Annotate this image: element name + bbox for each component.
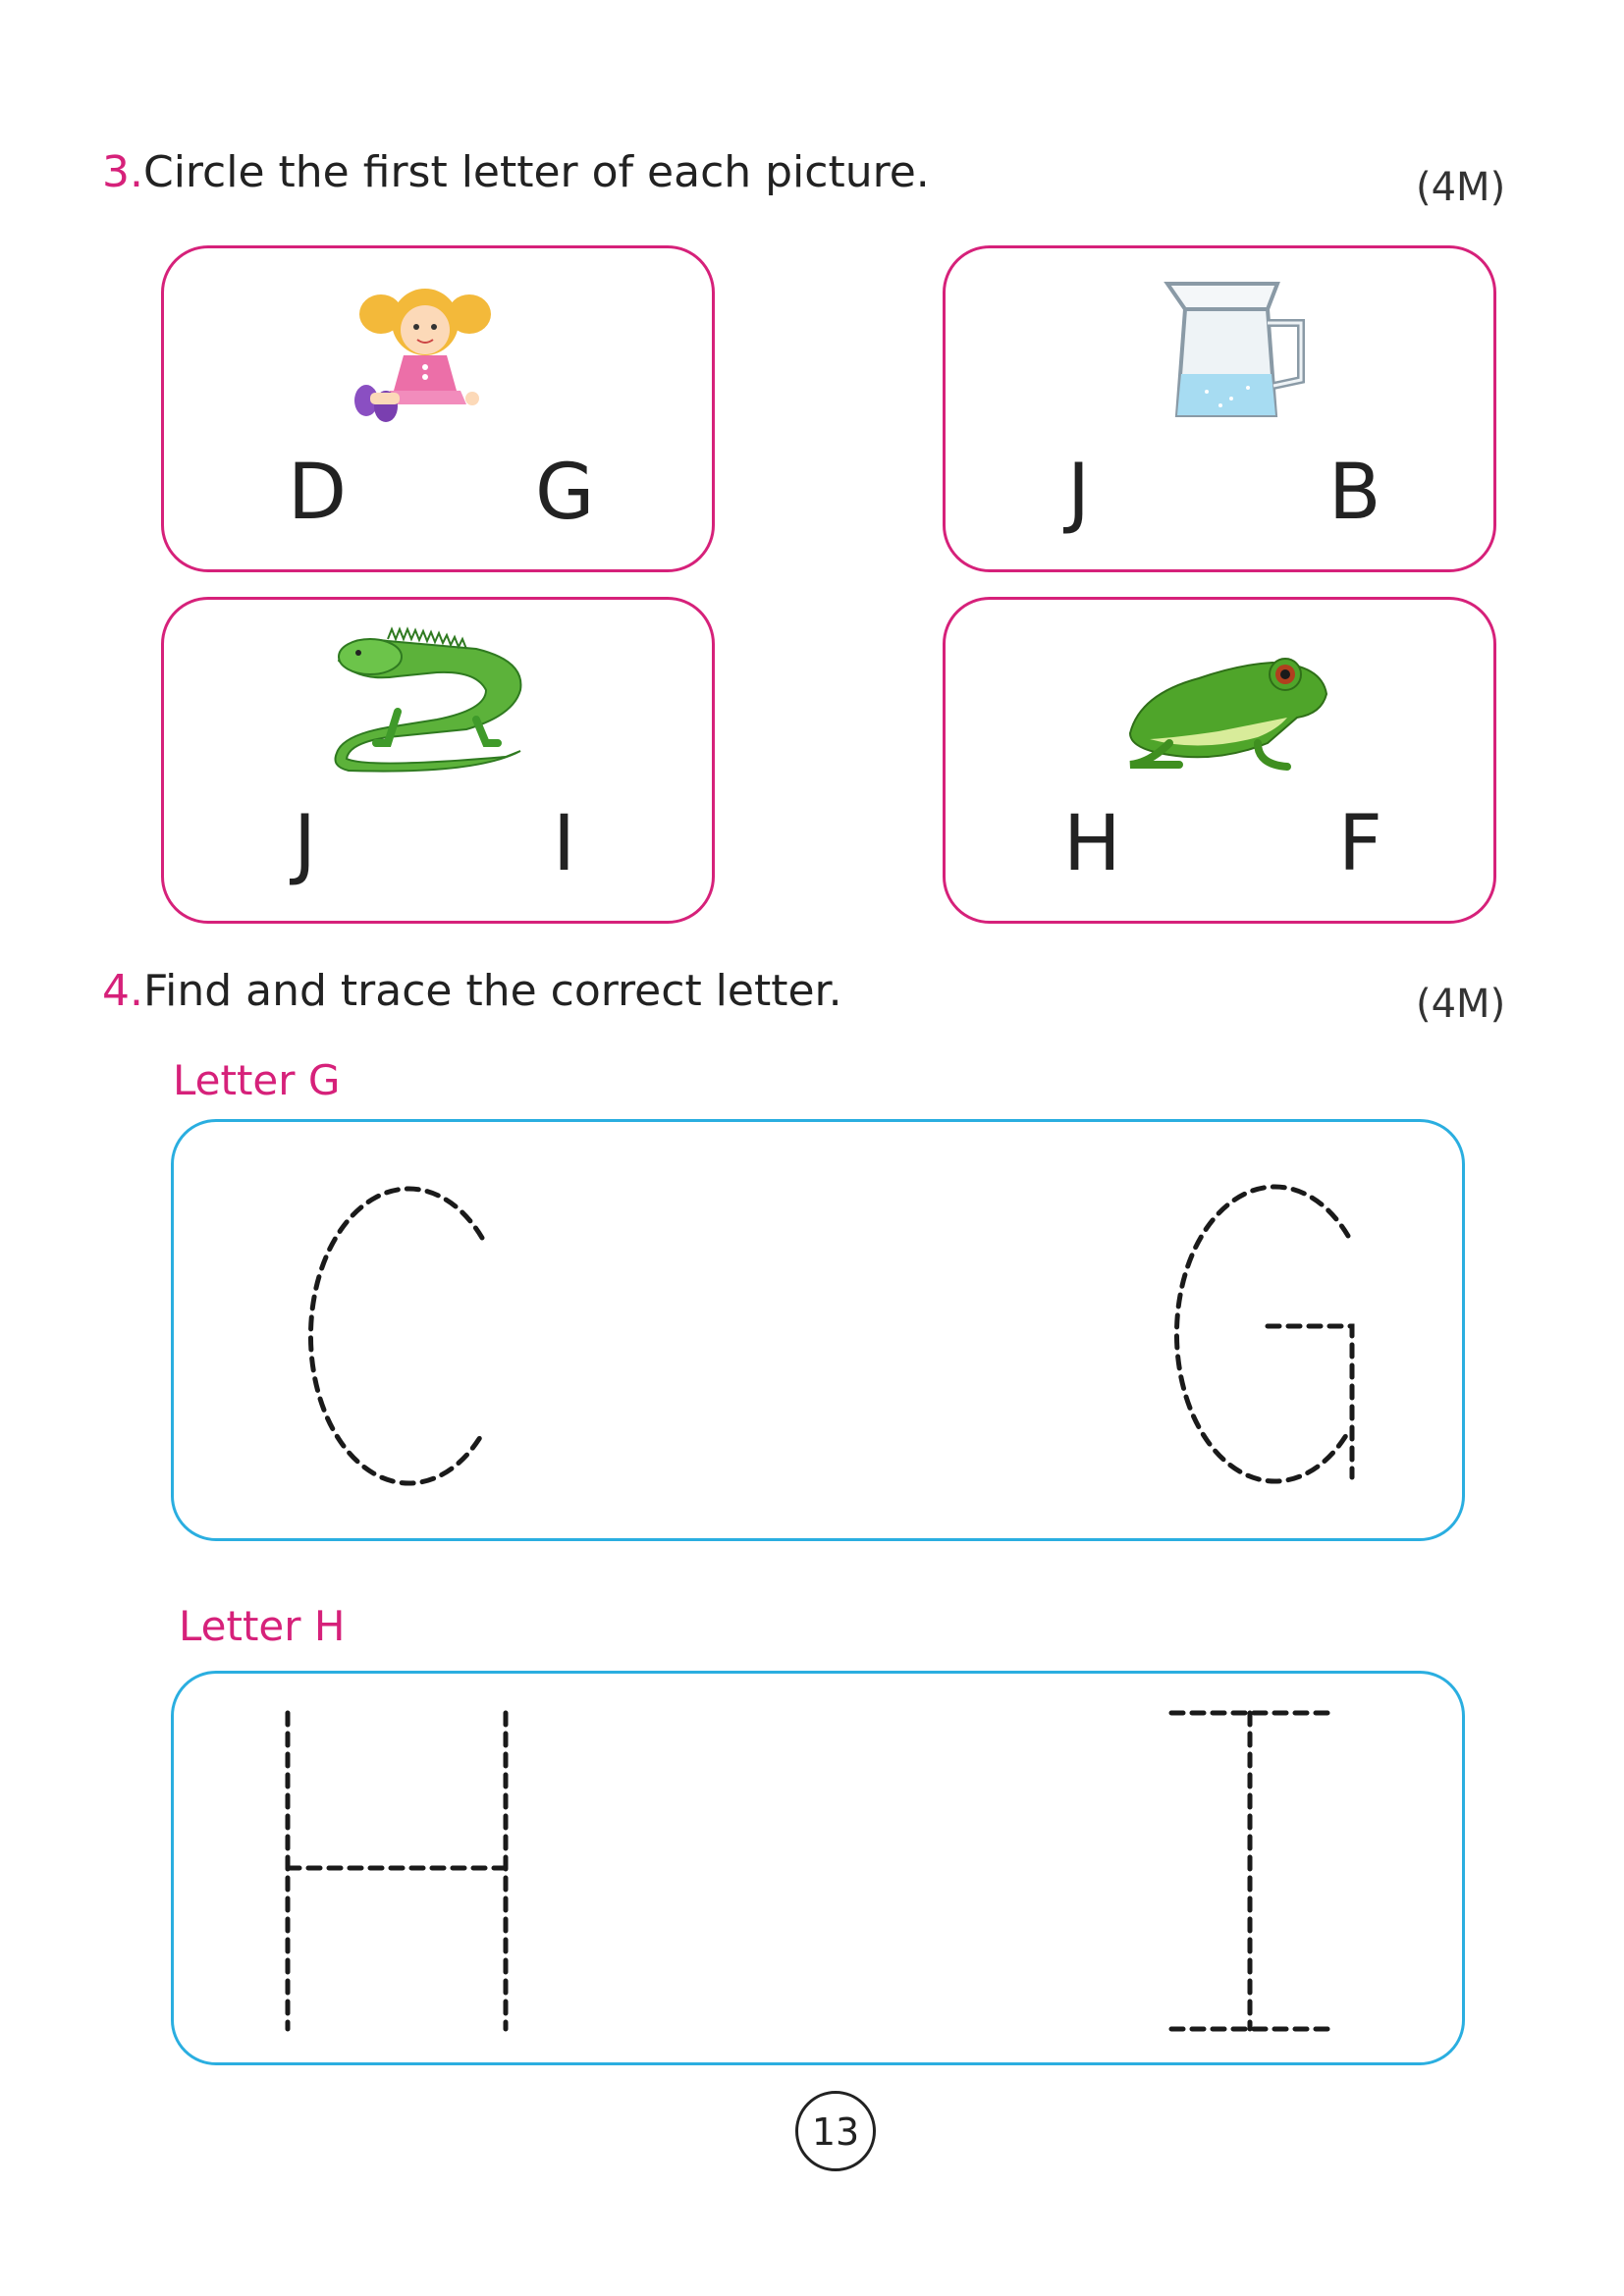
frog-picture [1128, 658, 1328, 771]
trace-letters-g [308, 1184, 1355, 1486]
question-3-number: 3. [102, 147, 143, 197]
page-number: 13 [795, 2091, 876, 2171]
option-letter[interactable]: H [1063, 806, 1121, 882]
picture-card-jug: J B [943, 245, 1496, 572]
trace-letter-h[interactable] [285, 1710, 509, 2032]
doll-picture [354, 289, 491, 422]
question-4-marks: (4M) [1416, 982, 1506, 1027]
question-4-text: Find and trace the correct letter. [142, 966, 842, 1016]
jug-picture [1164, 282, 1305, 417]
trace-letter-i[interactable] [1168, 1710, 1331, 2032]
picture-card-doll: D G [161, 245, 715, 572]
trace-box-letter-h [171, 1671, 1465, 2065]
question-3-marks: (4M) [1416, 165, 1506, 210]
option-letter[interactable]: J [294, 806, 316, 882]
option-letter[interactable]: I [553, 806, 575, 882]
question-4-heading: 4.Find and trace the correct letter. [102, 966, 842, 1016]
trace-letters-h [285, 1710, 1331, 2032]
iguana-picture [334, 626, 522, 773]
picture-card-iguana: J I [161, 597, 715, 924]
trace-letter-c[interactable] [308, 1186, 485, 1486]
question-3-text: Circle the first letter of each picture. [142, 147, 930, 197]
option-letter[interactable]: B [1328, 454, 1381, 531]
letter-h-label: Letter H [179, 1602, 346, 1650]
question-3-heading: 3.Circle the first letter of each pictur… [102, 147, 930, 197]
trace-letter-g[interactable] [1174, 1184, 1355, 1484]
question-4-number: 4. [102, 966, 143, 1016]
trace-box-letter-g [171, 1119, 1465, 1541]
option-letter[interactable]: G [535, 454, 594, 531]
letter-g-label: Letter G [173, 1056, 341, 1104]
option-letter[interactable]: F [1338, 806, 1382, 882]
option-letter[interactable]: D [288, 454, 347, 531]
option-letter[interactable]: J [1067, 454, 1090, 531]
picture-card-frog: H F [943, 597, 1496, 924]
